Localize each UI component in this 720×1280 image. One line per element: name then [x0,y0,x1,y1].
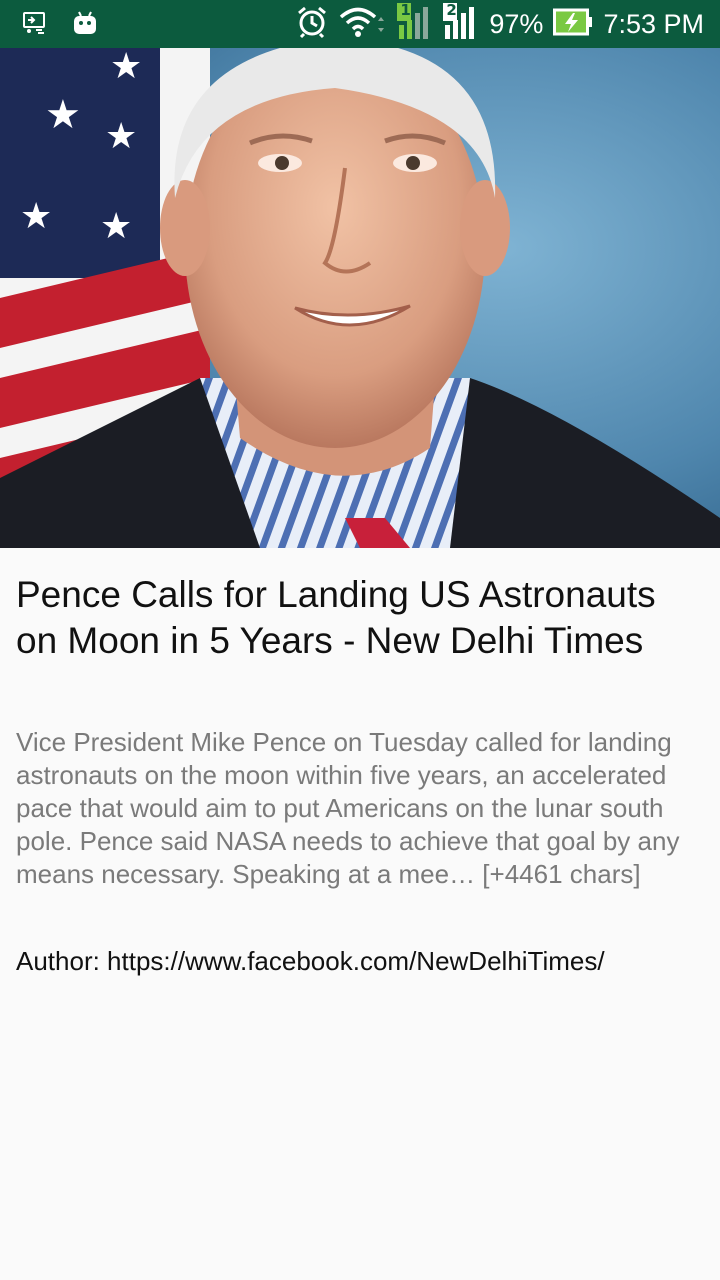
wifi-icon [339,5,387,43]
status-bar-right: 1 2 97% 7:53 PM [295,0,704,48]
alarm-icon [295,5,329,43]
screen-cast-icon [22,10,48,40]
sim2-label: 2 [446,1,457,19]
signal-sim1-icon: 1 [397,1,433,45]
sim1-label: 1 [400,1,411,19]
android-icon [72,10,98,40]
status-bar-left [22,10,98,40]
portrait-photo-icon: ★ ★ ★ ★ ★ [0,48,720,548]
article-author[interactable]: Author: https://www.facebook.com/NewDelh… [16,945,704,978]
status-bar: 1 2 97% 7:53 PM [0,0,720,48]
clock: 7:53 PM [603,8,704,39]
svg-text:★: ★ [110,48,142,87]
article-description[interactable]: Vice President Mike Pence on Tuesday cal… [16,726,704,891]
battery-charging-icon [553,8,593,40]
svg-text:★: ★ [100,206,132,247]
battery-percent: 97% [489,8,544,39]
article-content: Pence Calls for Landing US Astronauts on… [16,548,704,978]
signal-sim2-icon: 2 [443,1,479,45]
svg-text:★: ★ [20,196,52,237]
article-title[interactable]: Pence Calls for Landing US Astronauts on… [16,572,704,664]
svg-text:★: ★ [45,92,81,138]
article-image[interactable]: ★ ★ ★ ★ ★ [0,48,720,548]
svg-text:★: ★ [105,116,137,157]
